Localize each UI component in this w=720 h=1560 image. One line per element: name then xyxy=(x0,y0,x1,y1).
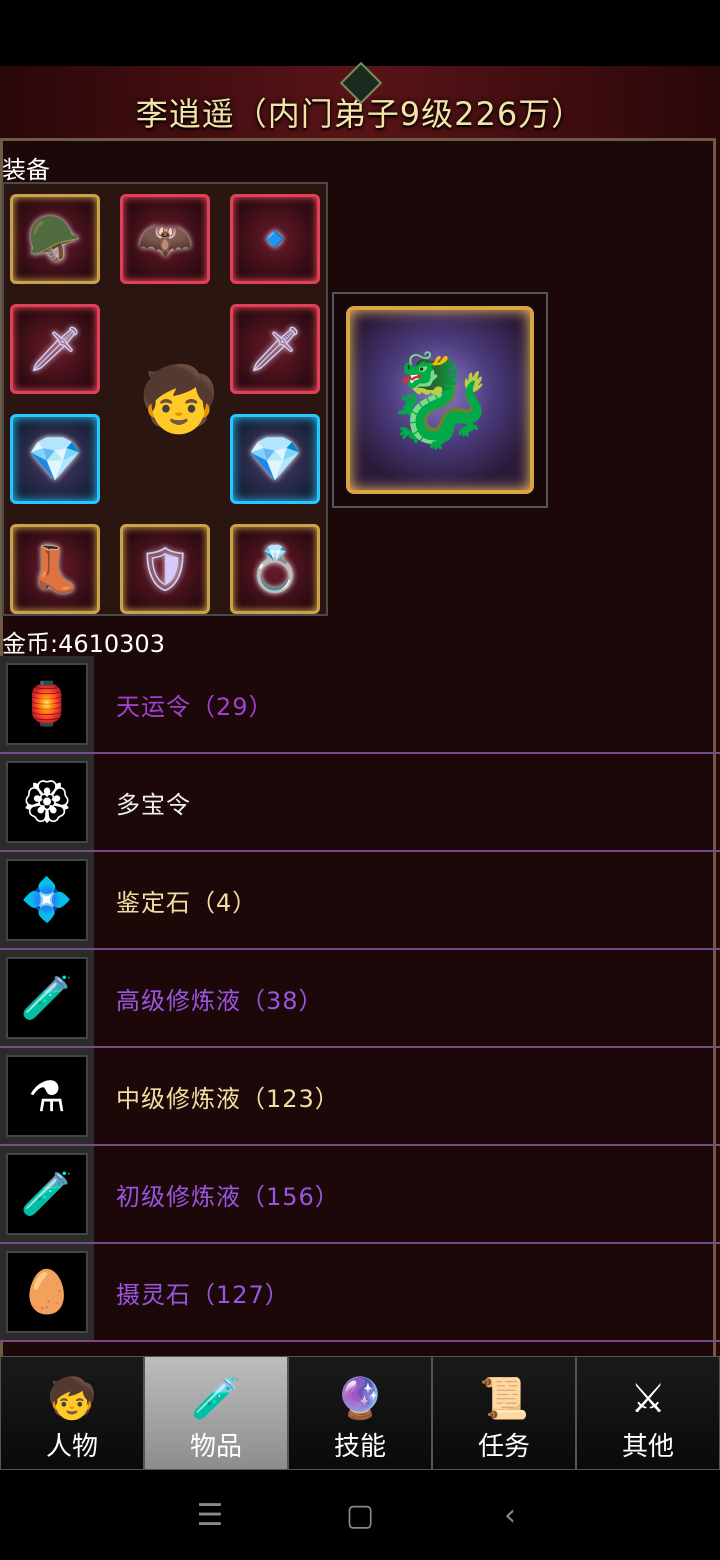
equipment-slot[interactable]: 🦇 xyxy=(120,194,210,284)
gold-counter: 金币:4610303 xyxy=(2,630,165,658)
list-item[interactable]: 🧪 初级修炼液（156） xyxy=(0,1146,720,1244)
treasure-token-icon: 🏵 xyxy=(6,761,88,843)
list-item[interactable]: 🥚 摄灵石（127） xyxy=(0,1244,720,1342)
item-name: 中级修炼液（123） xyxy=(116,1084,340,1113)
tab-character[interactable]: 🧒 人物 xyxy=(0,1356,144,1470)
token-icon: 🏮 xyxy=(6,663,88,745)
character-icon: 🧒 xyxy=(47,1376,97,1422)
item-icon-frame: 🏵 xyxy=(0,754,94,850)
item-name: 摄灵石（127） xyxy=(116,1280,290,1309)
pet-card[interactable]: 🐉 xyxy=(332,292,548,508)
character-avatar[interactable]: 🧒 xyxy=(136,344,222,454)
item-icon-frame: 🧪 xyxy=(0,950,94,1046)
tab-other[interactable]: ⚔ 其他 xyxy=(576,1356,720,1470)
equipment-slot[interactable]: 🛡 xyxy=(120,524,210,614)
system-nav-bar: ☰ ▢ ‹ xyxy=(0,1470,720,1560)
other-icon: ⚔ xyxy=(630,1376,666,1422)
item-name: 多宝令 xyxy=(116,790,191,819)
equipment-slot[interactable]: 🔹 xyxy=(230,194,320,284)
item-icon-frame: 💠 xyxy=(0,852,94,948)
ring-icon: 💍 xyxy=(247,544,303,595)
equipment-slot[interactable]: 👢 xyxy=(10,524,100,614)
pet-glyph: 🐉 xyxy=(383,347,497,453)
egg-stone-icon: 🥚 xyxy=(6,1251,88,1333)
amulet-icon: 🔹 xyxy=(247,214,303,265)
item-list: 🏮 天运令（29） 🏵 多宝令 💠 鉴定石（4） 🧪 高级修炼液（38） ⚗ 中级修炼液（123）… xyxy=(0,656,720,1342)
equipment-label: 装备 xyxy=(2,156,50,184)
wings-icon: 🦇 xyxy=(137,214,193,265)
list-item[interactable]: ⚗ 中级修炼液（123） xyxy=(0,1048,720,1146)
list-item[interactable]: 🧪 高级修炼液（38） xyxy=(0,950,720,1048)
equipment-slot[interactable]: 💎 xyxy=(230,414,320,504)
item-icon-frame: 🥚 xyxy=(0,1244,94,1340)
item-name: 高级修炼液（38） xyxy=(116,986,324,1015)
avatar-glyph: 🧒 xyxy=(139,362,219,437)
equipment-slot[interactable]: 🗡 xyxy=(230,304,320,394)
armor-icon: 🛡 xyxy=(137,544,193,595)
tab-label: 任务 xyxy=(477,1432,530,1462)
tab-skills[interactable]: 🔮 技能 xyxy=(288,1356,432,1470)
equipment-slot[interactable]: 🗡 xyxy=(10,304,100,394)
helmet-icon: 🪖 xyxy=(27,214,83,265)
status-bar xyxy=(0,0,720,66)
list-item[interactable]: 💠 鉴定石（4） xyxy=(0,852,720,950)
equipment-slot[interactable]: 💎 xyxy=(10,414,100,504)
item-icon-frame: ⚗ xyxy=(0,1048,94,1144)
item-name: 初级修炼液（156） xyxy=(116,1182,340,1211)
potion-icon: 🧪 xyxy=(6,957,88,1039)
tab-label: 技能 xyxy=(333,1432,386,1462)
item-name: 天运令（29） xyxy=(116,692,274,721)
tab-label: 其他 xyxy=(621,1432,674,1462)
sword-icon: 🗡 xyxy=(247,324,303,375)
tab-items[interactable]: 🧪 物品 xyxy=(144,1356,288,1470)
quests-icon: 📜 xyxy=(479,1376,529,1422)
skills-icon: 🔮 xyxy=(335,1376,385,1422)
boots-icon: 👢 xyxy=(27,544,83,595)
bracer-icon: 💎 xyxy=(27,434,83,485)
equipment-slot[interactable]: 💍 xyxy=(230,524,320,614)
item-icon-frame: 🧪 xyxy=(0,1146,94,1242)
items-icon: 🧪 xyxy=(191,1376,241,1422)
sword-icon: 🗡 xyxy=(27,324,83,375)
menu-nav-icon[interactable]: ☰ xyxy=(190,1498,230,1533)
gem-icon: 💠 xyxy=(6,859,88,941)
potion-icon: ⚗ xyxy=(6,1055,88,1137)
bottom-tab-bar: 🧒 人物 🧪 物品 🔮 技能 📜 任务 ⚔ 其他 xyxy=(0,1356,720,1470)
home-nav-icon[interactable]: ▢ xyxy=(340,1498,380,1533)
pet-icon: 🐉 xyxy=(346,306,534,494)
equipment-grid: 🪖 🦇 🔹 🗡 🗡 💎 💎 👢 🛡 💍 🧒 xyxy=(2,182,328,616)
list-item[interactable]: 🏮 天运令（29） xyxy=(0,656,720,754)
list-item[interactable]: 🏵 多宝令 xyxy=(0,754,720,852)
item-name: 鉴定石（4） xyxy=(116,888,258,917)
bracer-icon: 💎 xyxy=(247,434,303,485)
tab-quests[interactable]: 📜 任务 xyxy=(432,1356,576,1470)
tab-label: 人物 xyxy=(45,1432,98,1462)
back-nav-icon[interactable]: ‹ xyxy=(490,1498,530,1533)
inventory-panel: 李逍遥（内门弟子9级226万） 装备 🪖 🦇 🔹 🗡 🗡 💎 💎 👢 🛡 💍 🧒 🐉 金币:461… xyxy=(0,61,720,1356)
vial-icon: 🧪 xyxy=(6,1153,88,1235)
equipment-slot[interactable]: 🪖 xyxy=(10,194,100,284)
header: 李逍遥（内门弟子9级226万） xyxy=(0,61,720,146)
item-icon-frame: 🏮 xyxy=(0,656,94,752)
tab-label: 物品 xyxy=(189,1432,242,1462)
